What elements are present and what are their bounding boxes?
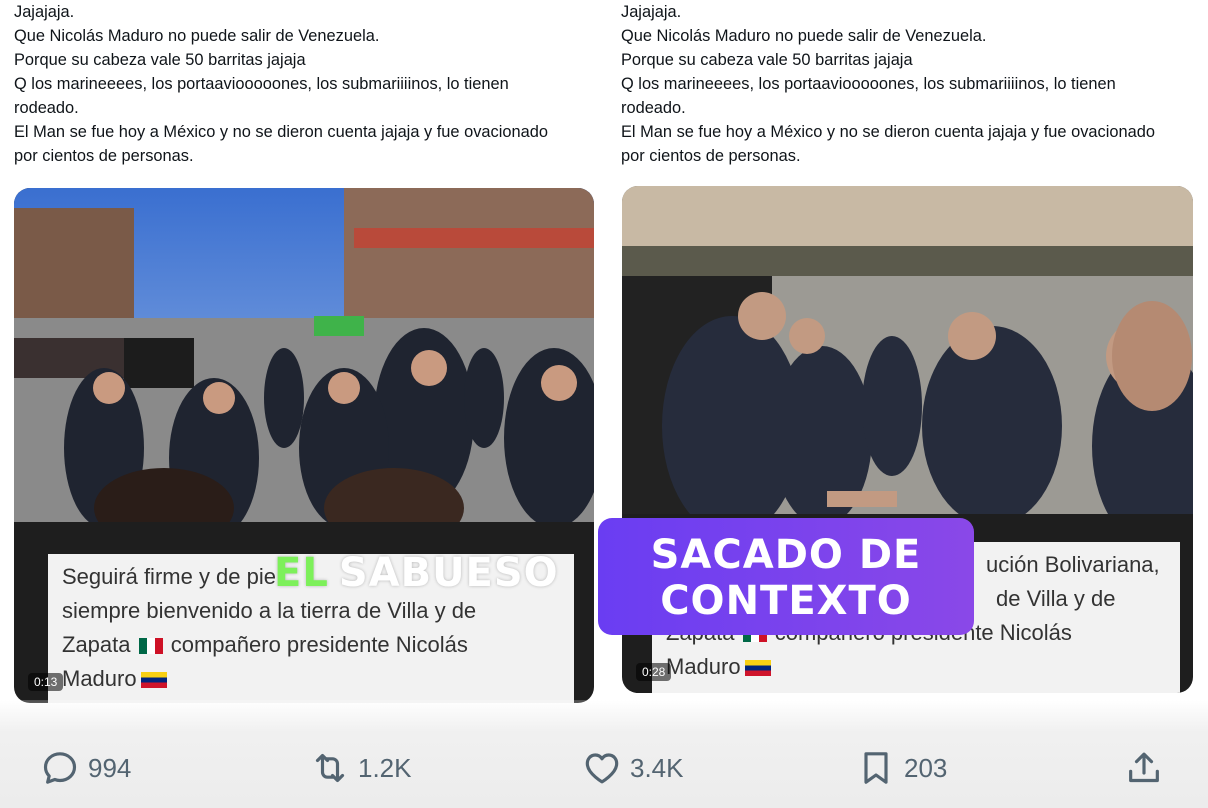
reply-button[interactable]: 994 <box>40 740 131 796</box>
logo-prefix: EL <box>274 550 329 596</box>
reply-icon <box>43 752 77 784</box>
tweet-right: Jajajaja. Que Nicolás Maduro no puede sa… <box>621 0 1208 168</box>
fact-check-composite: Jajajaja. Que Nicolás Maduro no puede sa… <box>0 0 1208 808</box>
caption-line: Maduro <box>666 650 1166 684</box>
video-frame <box>14 188 594 522</box>
tweet-line: Que Nicolás Maduro no puede salir de Ven… <box>621 27 987 45</box>
tweet-line: por cientos de personas. <box>14 147 194 165</box>
caption-text: Maduro <box>666 654 741 679</box>
tweet-text: Jajajaja. Que Nicolás Maduro no puede sa… <box>14 0 604 168</box>
video-player-left[interactable]: Seguirá firme y de pie siempre bienvenid… <box>14 188 594 703</box>
like-count: 3.4K <box>630 752 684 783</box>
tweet-text: Jajajaja. Que Nicolás Maduro no puede sa… <box>621 0 1208 168</box>
caption-line: Maduro <box>62 662 560 696</box>
caption-line: Zapata compañero presidente Nicolás <box>62 628 560 662</box>
venezuela-flag-icon <box>744 660 771 677</box>
tweet-line: Porque su cabeza vale 50 barritas jajaja <box>14 51 306 69</box>
tweet-left: Jajajaja. Que Nicolás Maduro no puede sa… <box>14 0 604 168</box>
tweet-line: rodeado. <box>621 99 686 117</box>
venezuela-flag-icon <box>140 672 167 689</box>
tweet-line: El Man se fue hoy a México y no se diero… <box>14 123 548 141</box>
video-timestamp: 0:28 <box>636 663 672 681</box>
bookmark-icon <box>864 752 888 784</box>
tweet-line: Jajajaja. <box>621 3 682 21</box>
tweet-line: Q los marineeees, los portaaviooooones, … <box>621 75 1116 93</box>
tweet-line: por cientos de personas. <box>621 147 801 165</box>
logo-name: SABUESO <box>338 550 559 596</box>
tweet-line: Q los marineeees, los portaaviooooones, … <box>14 75 509 93</box>
share-button[interactable] <box>1124 740 1172 796</box>
tweet-line: Porque su cabeza vale 50 barritas jajaja <box>621 51 913 69</box>
tweet-line: El Man se fue hoy a México y no se diero… <box>621 123 1155 141</box>
bookmark-button[interactable]: 203 <box>856 740 947 796</box>
tweet-line: Que Nicolás Maduro no puede salir de Ven… <box>14 27 380 45</box>
caption-text: Zapata <box>62 632 131 657</box>
reply-count: 994 <box>88 752 132 783</box>
el-sabueso-logo: EL SABUESO <box>274 550 559 596</box>
retweet-button[interactable]: 1.2K <box>310 740 412 796</box>
verdict-line: CONTEXTO <box>660 578 912 624</box>
verdict-line: SACADO DE <box>650 532 922 578</box>
bookmark-count: 203 <box>904 752 948 783</box>
caption-text: Maduro <box>62 666 137 691</box>
caption-text: compañero presidente Nicolás <box>170 632 468 657</box>
retweet-icon <box>315 753 345 783</box>
verdict-stamp: SACADO DE CONTEXTO <box>598 518 974 635</box>
mexico-flag-icon <box>138 638 163 655</box>
tweet-line: rodeado. <box>14 99 79 117</box>
retweet-count: 1.2K <box>358 752 412 783</box>
tweet-line: Jajajaja. <box>14 3 75 21</box>
tweet-action-bar: 994 1.2K 3.4K 203 <box>0 740 1208 800</box>
share-icon <box>1129 752 1159 783</box>
like-button[interactable]: 3.4K <box>582 740 684 796</box>
video-timestamp: 0:13 <box>28 673 64 691</box>
video-frame <box>622 186 1193 514</box>
caption-line: siempre bienvenido a la tierra de Villa … <box>62 598 477 623</box>
like-icon <box>585 753 619 784</box>
